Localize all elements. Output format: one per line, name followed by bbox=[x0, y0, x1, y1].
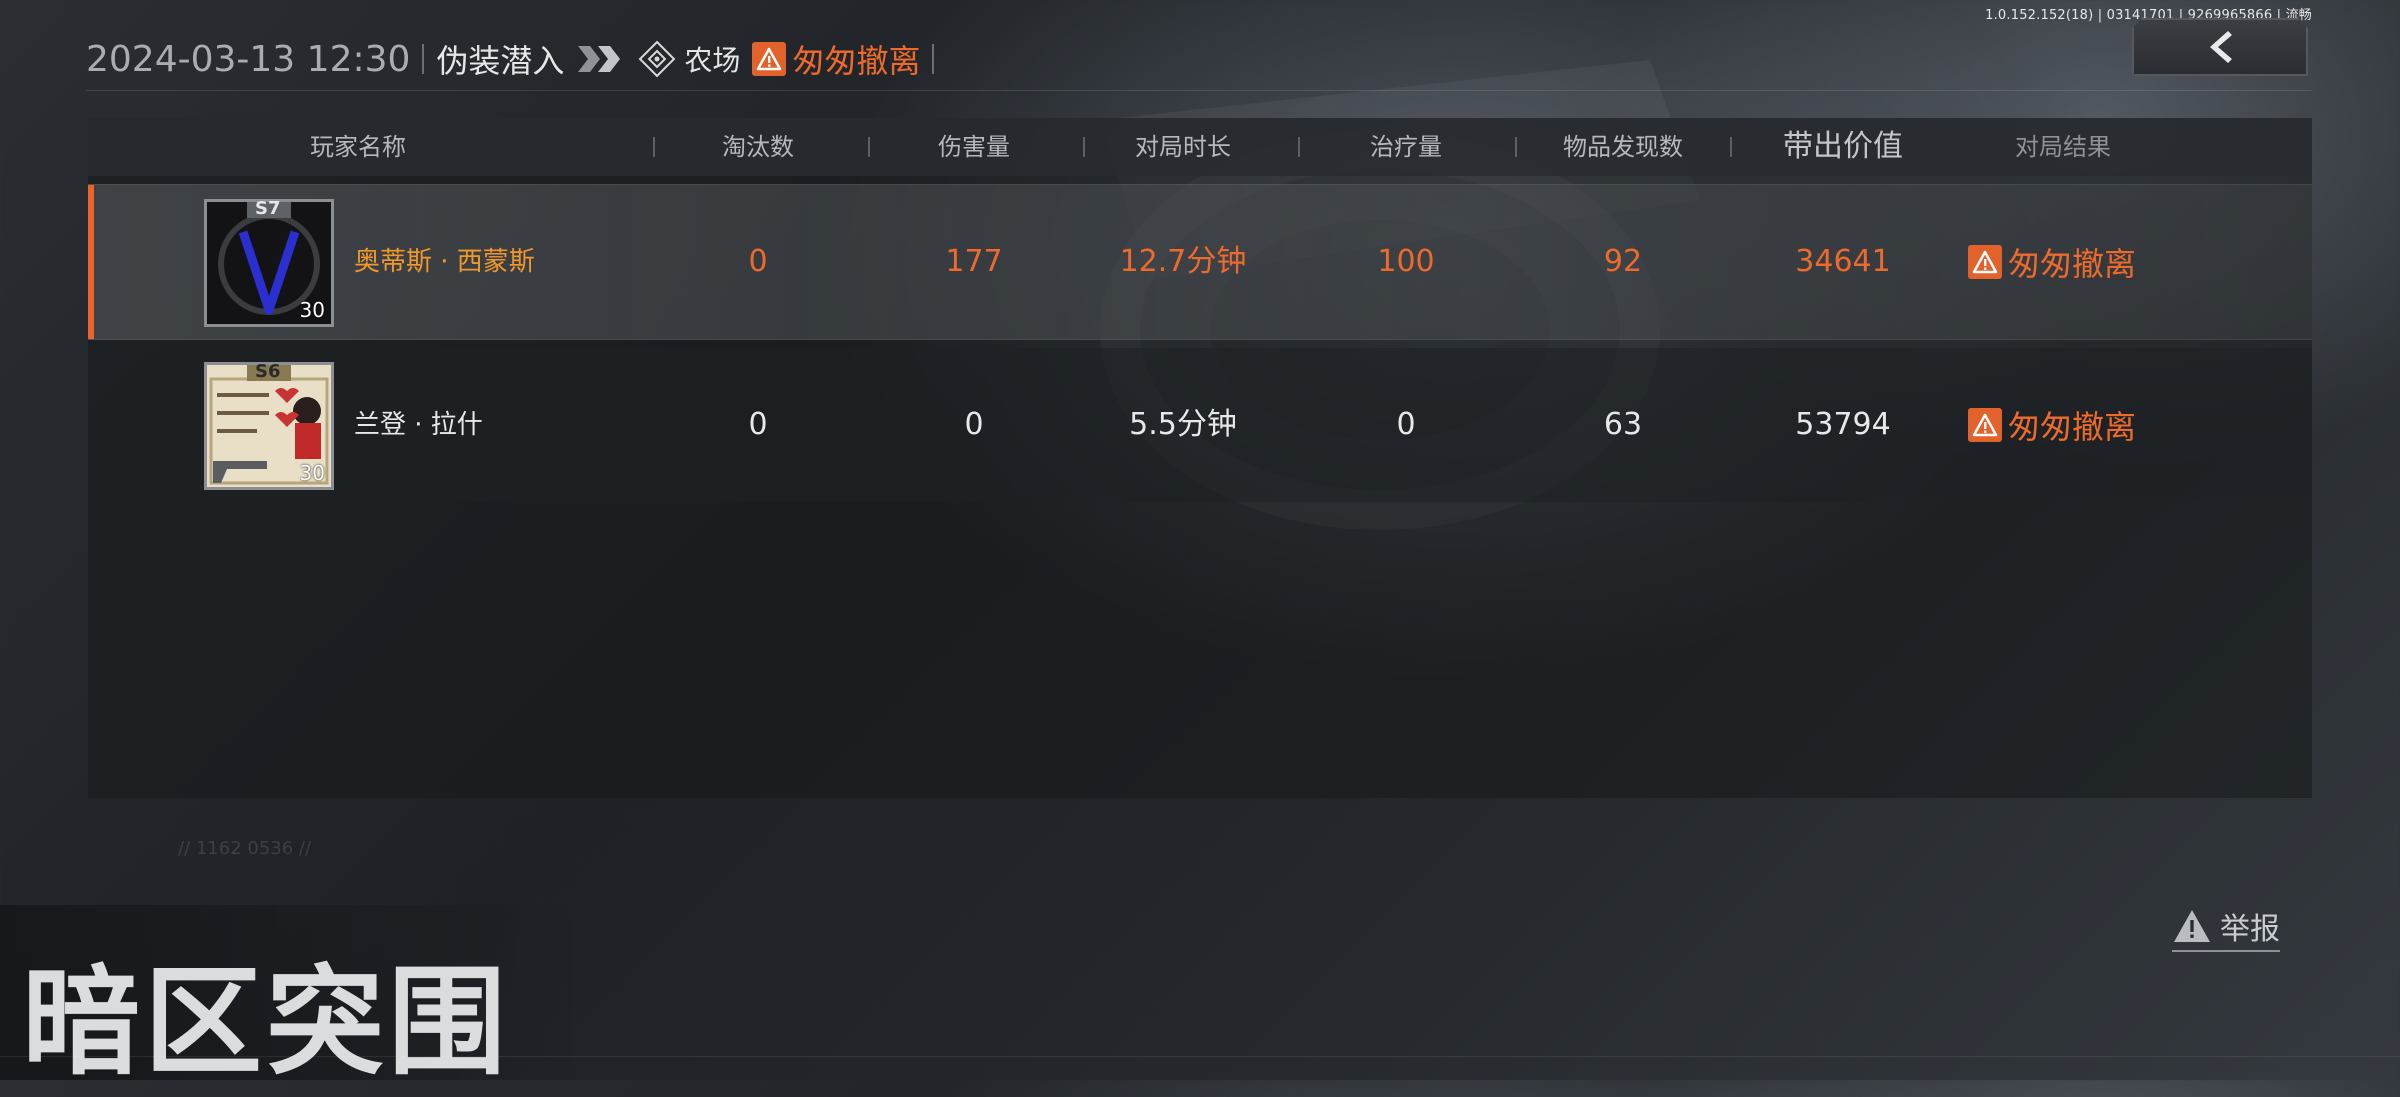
col-eliminations: 淘汰数 bbox=[722, 133, 794, 161]
match-result: 匆匆撤离 bbox=[752, 36, 920, 82]
player-name: 奥蒂斯 · 西蒙斯 bbox=[354, 247, 535, 277]
extracted-value: 53794 bbox=[1795, 407, 1891, 442]
row-highlight-bar bbox=[88, 185, 94, 339]
warning-icon bbox=[1968, 408, 2002, 442]
damage-value: 177 bbox=[945, 244, 1003, 279]
faint-code-text: // 1162 0536 // bbox=[178, 838, 312, 859]
match-map: 农场 bbox=[638, 39, 740, 79]
col-duration: 对局时长 bbox=[1135, 133, 1231, 161]
bottom-divider bbox=[0, 1056, 2400, 1057]
chevron-left-icon bbox=[2210, 31, 2232, 63]
player-level: 30 bbox=[299, 461, 325, 485]
report-button[interactable]: 举报 bbox=[2172, 904, 2280, 952]
col-extracted-value: 带出价值 bbox=[1783, 129, 1903, 164]
col-player-name: 玩家名称 bbox=[310, 133, 406, 161]
match-result-label: 匆匆撤离 bbox=[792, 42, 921, 80]
table-row[interactable]: S7 30 奥蒂斯 · 西蒙斯 0 177 12.7分钟 100 92 3464… bbox=[88, 184, 2312, 340]
player-level: 30 bbox=[299, 298, 325, 322]
col-divider bbox=[1298, 137, 1300, 157]
back-button[interactable] bbox=[2132, 18, 2308, 76]
avatar[interactable]: S6 30 bbox=[204, 361, 334, 490]
healing-value: 0 bbox=[1396, 407, 1416, 442]
warning-icon bbox=[752, 42, 787, 76]
extracted-value: 34641 bbox=[1795, 244, 1891, 279]
match-header: 2024-03-13 12:30 伪装潜入 农场 匆匆撤离 bbox=[86, 36, 935, 82]
col-damage: 伤害量 bbox=[938, 133, 1010, 161]
col-divider bbox=[1730, 137, 1732, 157]
header-underline bbox=[86, 90, 2312, 91]
eliminations-value: 0 bbox=[748, 407, 768, 442]
items-found-value: 92 bbox=[1603, 244, 1643, 279]
map-diamond-icon bbox=[639, 40, 676, 78]
match-mode: 伪装潜入 bbox=[436, 42, 565, 80]
table-row[interactable]: S6 30 兰登 · 拉什 0 0 5.5分钟 0 63 53794 匆匆撤离 bbox=[88, 348, 2312, 502]
map-name: 农场 bbox=[684, 44, 741, 77]
report-label: 举报 bbox=[2220, 912, 2280, 947]
col-divider bbox=[1083, 137, 1085, 157]
header-divider-end bbox=[932, 44, 935, 74]
duration-value: 5.5分钟 bbox=[1129, 407, 1237, 442]
col-divider bbox=[868, 137, 870, 157]
scoreboard-table: 玩家名称 淘汰数 伤害量 对局时长 治疗量 物品发现数 带出价值 对局结果 S7… bbox=[88, 118, 2312, 798]
season-badge: S6 bbox=[255, 361, 281, 382]
healing-value: 100 bbox=[1377, 244, 1435, 279]
table-header: 玩家名称 淘汰数 伤害量 对局时长 治疗量 物品发现数 带出价值 对局结果 bbox=[88, 118, 2312, 176]
row-result: 匆匆撤离 bbox=[1968, 348, 2136, 502]
row-result: 匆匆撤离 bbox=[1968, 185, 2136, 339]
row-result-label: 匆匆撤离 bbox=[2008, 408, 2137, 446]
duration-value: 12.7分钟 bbox=[1119, 244, 1247, 279]
warning-triangle-icon bbox=[2174, 910, 2210, 942]
col-items-found: 物品发现数 bbox=[1563, 133, 1683, 161]
match-datetime: 2024-03-13 12:30 bbox=[86, 38, 411, 80]
col-divider bbox=[1515, 137, 1517, 157]
warning-icon bbox=[1968, 245, 2002, 279]
game-logo: 暗区突围 bbox=[22, 953, 511, 1091]
avatar[interactable]: S7 30 bbox=[204, 198, 334, 327]
items-found-value: 63 bbox=[1603, 407, 1643, 442]
double-chevron-icon bbox=[576, 44, 626, 74]
col-match-result: 对局结果 bbox=[2015, 133, 2111, 161]
player-name: 兰登 · 拉什 bbox=[354, 410, 483, 440]
col-healing: 治疗量 bbox=[1370, 133, 1442, 161]
col-divider bbox=[653, 137, 655, 157]
season-badge: S7 bbox=[255, 198, 281, 219]
damage-value: 0 bbox=[964, 407, 984, 442]
header-divider bbox=[422, 44, 425, 74]
eliminations-value: 0 bbox=[748, 244, 768, 279]
row-result-label: 匆匆撤离 bbox=[2008, 245, 2137, 283]
